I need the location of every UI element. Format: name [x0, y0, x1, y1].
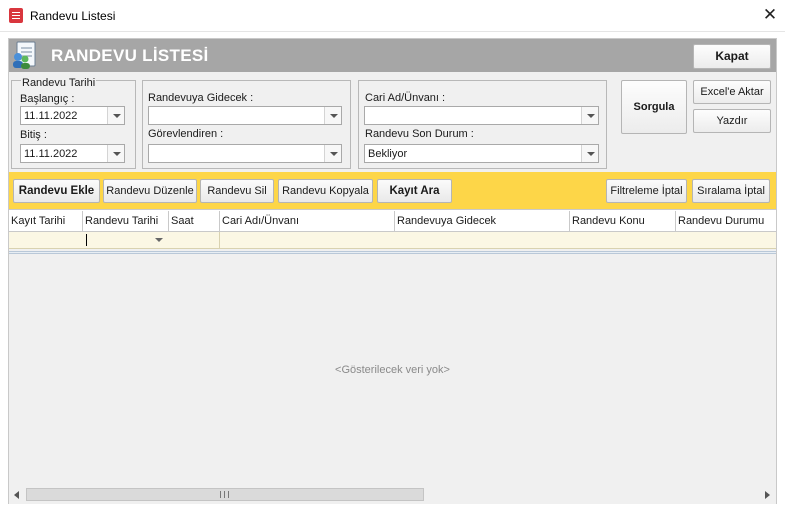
- chevron-down-icon[interactable]: [581, 145, 598, 162]
- start-date-value: 11.11.2022: [24, 110, 78, 122]
- copy-appointment-button[interactable]: Randevu Kopyala: [278, 179, 373, 203]
- end-date-picker[interactable]: 11.11.2022: [20, 144, 125, 163]
- attendee-select[interactable]: [148, 106, 342, 125]
- export-excel-button[interactable]: Excel'e Aktar: [693, 80, 771, 104]
- status-value: Bekliyor: [368, 148, 408, 160]
- chevron-down-icon[interactable]: [324, 145, 341, 162]
- delete-appointment-button[interactable]: Randevu Sil: [200, 179, 274, 203]
- app-document-icon: [9, 8, 23, 23]
- column-header[interactable]: Cari Adı/Ünvanı: [220, 211, 395, 231]
- document-people-icon: [11, 40, 43, 70]
- close-button[interactable]: Kapat: [693, 44, 771, 69]
- end-date-label: Bitiş :: [20, 129, 47, 141]
- grip-icon: [220, 491, 229, 498]
- customer-select[interactable]: [364, 106, 599, 125]
- column-header[interactable]: Randevu Konu: [570, 211, 676, 231]
- start-date-picker[interactable]: 11.11.2022: [20, 106, 125, 125]
- status-label: Randevu Son Durum :: [365, 128, 474, 140]
- chevron-down-icon[interactable]: [581, 107, 598, 124]
- status-select[interactable]: Bekliyor: [364, 144, 599, 163]
- add-appointment-button[interactable]: Randevu Ekle: [13, 179, 100, 203]
- text-cursor: [86, 234, 87, 246]
- attendee-label: Randevuya Gidecek :: [148, 92, 254, 104]
- end-date-value: 11.11.2022: [24, 148, 78, 160]
- clear-sort-button[interactable]: Sıralama İptal: [692, 179, 770, 203]
- assigner-label: Görevlendiren :: [148, 128, 224, 140]
- column-header[interactable]: Kayıt Tarihi: [9, 211, 83, 231]
- edit-appointment-button[interactable]: Randevu Düzenle: [103, 179, 197, 203]
- chevron-down-icon[interactable]: [151, 233, 167, 248]
- window-title: Randevu Listesi: [30, 9, 116, 23]
- grid-separator: [9, 251, 776, 254]
- chevron-down-icon[interactable]: [107, 145, 124, 162]
- clear-filter-button[interactable]: Filtreleme İptal: [606, 179, 687, 203]
- column-header[interactable]: Randevu Durumu: [676, 211, 776, 231]
- column-header[interactable]: Randevuya Gidecek: [395, 211, 570, 231]
- column-header[interactable]: Saat: [169, 211, 220, 231]
- chevron-down-icon[interactable]: [324, 107, 341, 124]
- print-button[interactable]: Yazdır: [693, 109, 771, 133]
- scroll-right-icon[interactable]: [763, 489, 773, 500]
- grid-filter-row[interactable]: [9, 232, 776, 249]
- start-date-label: Başlangıç :: [20, 93, 75, 105]
- date-range-legend: Randevu Tarihi: [21, 77, 97, 89]
- save-record-button[interactable]: Kayıt Ara: [377, 179, 452, 203]
- window-titlebar: [0, 0, 785, 32]
- scroll-left-icon[interactable]: [12, 489, 22, 500]
- filter-row-divider: [219, 232, 220, 249]
- chevron-down-icon[interactable]: [107, 107, 124, 124]
- empty-grid-message: <Gösterilecek veri yok>: [335, 364, 450, 376]
- window-close-icon[interactable]: ✕: [760, 4, 780, 26]
- assigner-select[interactable]: [148, 144, 342, 163]
- query-button[interactable]: Sorgula: [621, 80, 687, 134]
- customer-label: Cari Ad/Ünvanı :: [365, 92, 446, 104]
- page-title: RANDEVU LİSTESİ: [51, 46, 209, 65]
- column-header[interactable]: Randevu Tarihi: [83, 211, 169, 231]
